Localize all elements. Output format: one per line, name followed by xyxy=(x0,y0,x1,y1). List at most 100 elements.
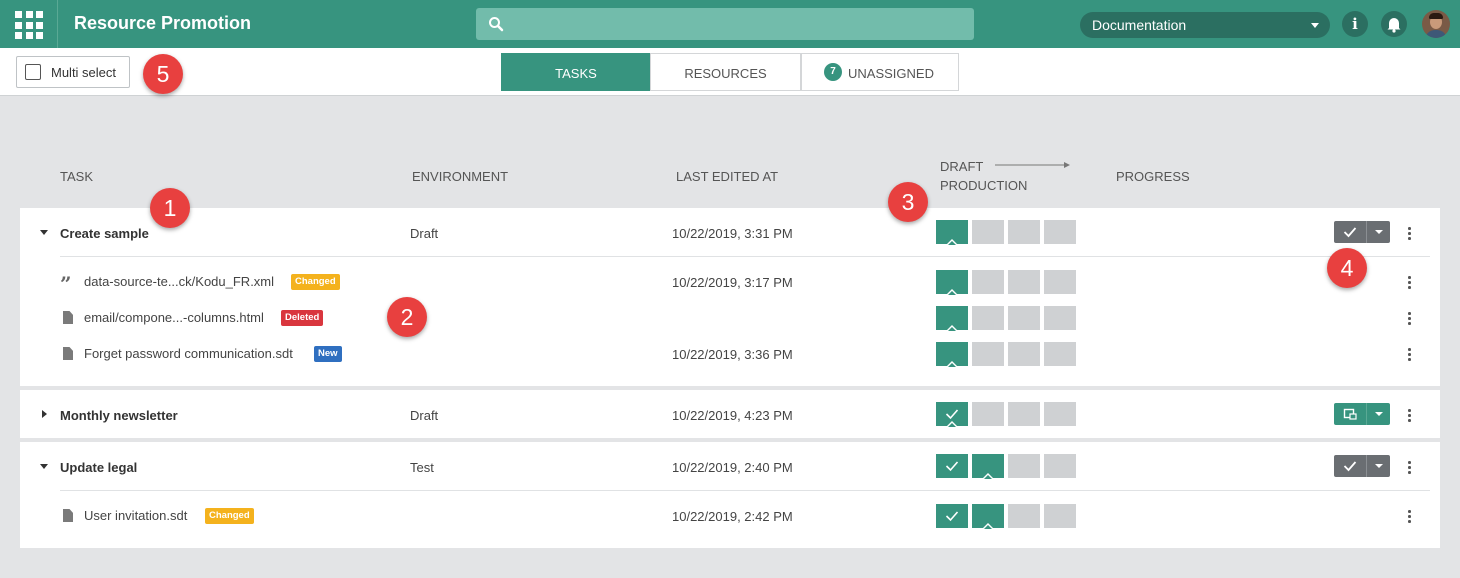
multi-select-checkbox[interactable]: Multi select xyxy=(16,56,130,88)
stage-draft-current xyxy=(936,270,968,295)
stage-pending xyxy=(1008,270,1040,294)
callout-marker: 3 xyxy=(888,182,928,222)
approve-button[interactable] xyxy=(1334,221,1366,243)
action-dropdown-button[interactable] xyxy=(1366,221,1390,243)
more-options-icon[interactable] xyxy=(1404,407,1414,423)
stage-draft-done xyxy=(936,454,968,478)
more-options-icon[interactable] xyxy=(1404,459,1414,475)
multi-select-label: Multi select xyxy=(51,65,117,80)
bell-icon xyxy=(1387,18,1401,33)
column-header-stage-to: PRODUCTION xyxy=(940,178,1028,193)
tab-tasks[interactable]: TASKS xyxy=(501,53,651,91)
stage-draft-current xyxy=(936,220,968,245)
approve-button[interactable] xyxy=(1334,455,1366,477)
tab-label: RESOURCES xyxy=(684,66,767,81)
tab-unassigned[interactable]: 7 UNASSIGNED xyxy=(801,53,959,91)
stage-pending xyxy=(972,342,1004,366)
resource-last-edited: 10/22/2019, 3:17 PM xyxy=(672,275,793,290)
notifications-button[interactable] xyxy=(1381,11,1407,37)
column-header-stage-from: DRAFT xyxy=(940,159,984,174)
stage-pending xyxy=(1044,454,1076,478)
stage-pending xyxy=(1008,402,1040,426)
stage-pending xyxy=(1044,270,1076,294)
column-header-progress: PROGRESS xyxy=(1116,169,1190,184)
column-header-last-edited: LAST EDITED AT xyxy=(676,169,779,184)
check-icon xyxy=(945,461,959,472)
more-options-icon[interactable] xyxy=(1404,310,1414,326)
resource-name[interactable]: data-source-te...ck/Kodu_FR.xml xyxy=(84,274,274,289)
file-icon xyxy=(63,347,73,360)
resource-name[interactable]: Forget password communication.sdt xyxy=(84,346,293,361)
status-badge: Deleted xyxy=(281,310,324,326)
task-name[interactable]: Create sample xyxy=(60,226,149,241)
stage-pending xyxy=(1044,402,1076,426)
more-options-icon[interactable] xyxy=(1404,225,1414,241)
task-panel: Update legal Test 10/22/2019, 2:40 PM Us… xyxy=(20,442,1440,548)
tab-label: TASKS xyxy=(555,66,597,81)
stage-pending xyxy=(1008,342,1040,366)
stage-pending xyxy=(1008,454,1040,478)
resource-name[interactable]: User invitation.sdt xyxy=(84,508,187,523)
column-header-environment: ENVIRONMENT xyxy=(412,169,509,184)
avatar[interactable] xyxy=(1422,10,1450,38)
info-button[interactable]: i xyxy=(1342,11,1368,37)
more-options-icon[interactable] xyxy=(1404,508,1414,524)
promote-button[interactable] xyxy=(1334,403,1366,425)
task-name[interactable]: Monthly newsletter xyxy=(60,408,178,423)
more-options-icon[interactable] xyxy=(1404,274,1414,290)
task-panel: Monthly newsletter Draft 10/22/2019, 4:2… xyxy=(20,390,1440,438)
stage-pending xyxy=(972,270,1004,294)
divider xyxy=(60,256,1430,257)
top-bar: Resource Promotion Documentation i xyxy=(0,0,1460,48)
stage-pending xyxy=(972,220,1004,244)
stage-test-current xyxy=(972,454,1004,479)
task-name[interactable]: Update legal xyxy=(60,460,137,475)
status-badge: Changed xyxy=(291,274,340,290)
task-last-edited: 10/22/2019, 2:40 PM xyxy=(672,460,793,475)
resource-last-edited: 10/22/2019, 3:36 PM xyxy=(672,347,793,362)
stage-pending xyxy=(1044,306,1076,330)
search-input[interactable] xyxy=(476,8,974,40)
tab-label: UNASSIGNED xyxy=(848,66,934,81)
status-badge: Changed xyxy=(205,508,254,524)
collapse-caret-icon[interactable] xyxy=(40,230,48,235)
callout-marker: 5 xyxy=(143,54,183,94)
collapse-caret-icon[interactable] xyxy=(40,464,48,469)
task-environment: Draft xyxy=(410,226,439,241)
callout-marker: 4 xyxy=(1327,248,1367,288)
action-dropdown-button[interactable] xyxy=(1366,455,1390,477)
stage-test-current xyxy=(972,504,1004,529)
stage-draft-current xyxy=(936,342,968,367)
check-icon xyxy=(945,409,959,420)
search-icon xyxy=(489,17,504,32)
environment-select[interactable]: Documentation xyxy=(1080,12,1330,38)
resource-name[interactable]: email/compone...-columns.html xyxy=(84,310,264,325)
stage-pending xyxy=(1008,306,1040,330)
resource-last-edited: 10/22/2019, 2:42 PM xyxy=(672,509,793,524)
column-header-task: TASK xyxy=(60,169,93,184)
info-icon: i xyxy=(1352,15,1358,33)
task-last-edited: 10/22/2019, 3:31 PM xyxy=(672,226,793,241)
apps-grid-icon xyxy=(15,11,43,39)
tab-resources[interactable]: RESOURCES xyxy=(650,53,801,91)
task-environment: Test xyxy=(410,460,434,475)
checkbox-icon xyxy=(25,64,41,80)
action-dropdown-button[interactable] xyxy=(1366,403,1390,425)
more-options-icon[interactable] xyxy=(1404,346,1414,362)
stage-pending xyxy=(1008,504,1040,528)
chevron-down-icon xyxy=(1311,23,1319,28)
apps-menu-button[interactable] xyxy=(0,0,58,48)
stage-pending xyxy=(1044,504,1076,528)
status-badge: New xyxy=(314,346,342,362)
arrow-right-icon xyxy=(995,162,1070,168)
stage-pending xyxy=(1044,220,1076,244)
expand-caret-icon[interactable] xyxy=(42,410,47,418)
task-panel: Create sample Draft 10/22/2019, 3:31 PM … xyxy=(20,208,1440,386)
quote-icon: ” xyxy=(60,272,72,296)
stage-pending xyxy=(1044,342,1076,366)
task-last-edited: 10/22/2019, 4:23 PM xyxy=(672,408,793,423)
callout-marker: 1 xyxy=(150,188,190,228)
stage-draft-current xyxy=(936,306,968,331)
stage-pending xyxy=(972,402,1004,426)
task-environment: Draft xyxy=(410,408,439,423)
